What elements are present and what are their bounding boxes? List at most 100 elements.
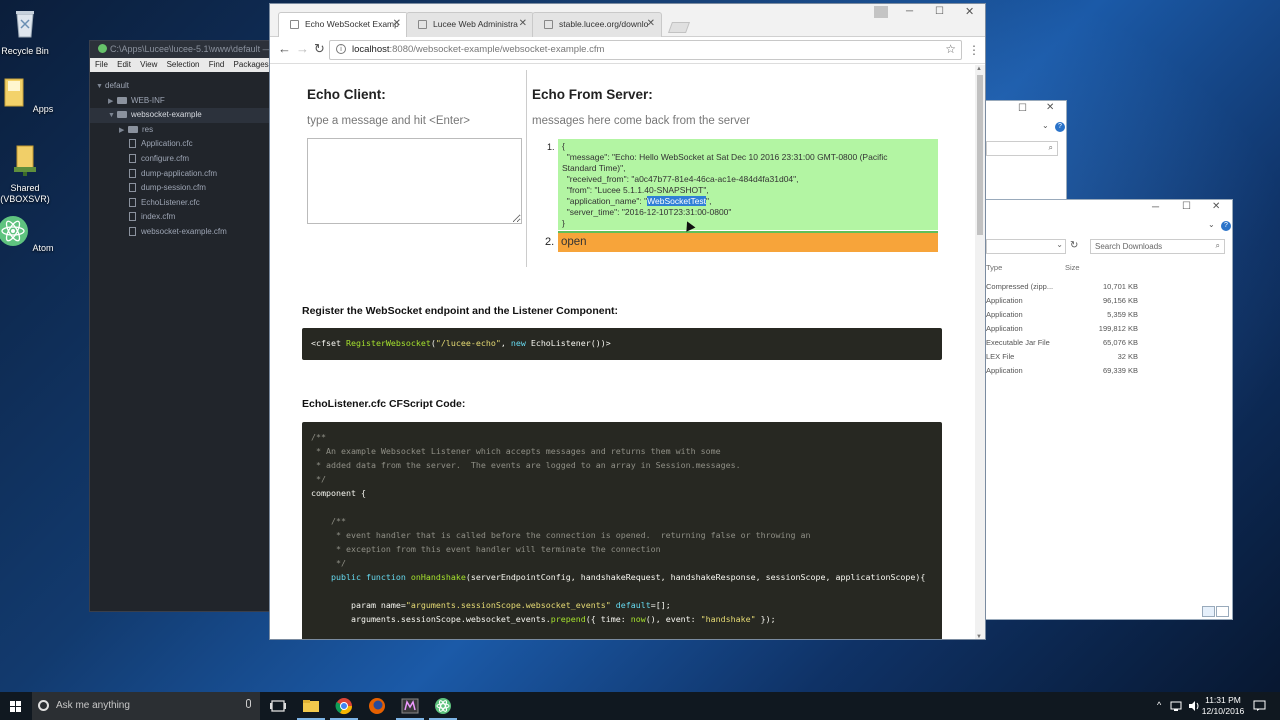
tree-file[interactable]: index.cfm — [90, 210, 278, 225]
code-block-listener: /** * An example Websocket Listener whic… — [302, 422, 942, 639]
file-icon — [129, 197, 136, 207]
network-icon[interactable] — [1170, 699, 1184, 713]
file-row[interactable]: Application 69,339 KB — [986, 366, 1226, 380]
close-icon[interactable]: ✕ — [1212, 201, 1220, 212]
details-view-button[interactable] — [1202, 606, 1215, 617]
help-icon[interactable]: ? — [1221, 221, 1231, 231]
close-tab-icon[interactable]: ✕ — [519, 18, 527, 29]
menu-dots-icon[interactable]: ⋮ — [968, 43, 980, 57]
close-tab-icon[interactable]: ✕ — [647, 18, 655, 29]
server-message-open: open — [558, 231, 938, 252]
maximize-icon[interactable]: ☐ — [1018, 103, 1027, 114]
chevron-down-icon[interactable]: ⌄ — [1042, 121, 1049, 130]
scroll-down-icon[interactable]: ▼ — [976, 634, 982, 639]
tab-lucee-admin[interactable]: Lucee Web Administra ✕ — [406, 12, 534, 37]
tree-item-websocket-example[interactable]: ▼ websocket-example — [90, 108, 278, 123]
desktop-icon-atom[interactable]: Atom — [0, 214, 55, 254]
tree-file[interactable]: websocket-example.cfm — [90, 225, 278, 240]
list-number: 1. — [547, 142, 555, 152]
cortana-search-box[interactable]: Ask me anything — [32, 692, 260, 720]
maximize-icon[interactable]: ☐ — [935, 6, 944, 17]
menu-file[interactable]: File — [95, 60, 108, 69]
desktop-icon-label: Apps — [32, 104, 54, 114]
search-downloads-input[interactable]: Search Downloads ⌕ — [1090, 239, 1225, 254]
address-dropdown[interactable]: ⌄ — [986, 239, 1066, 254]
tab-stable-lucee[interactable]: stable.lucee.org/downlo ✕ — [532, 12, 662, 37]
menu-packages[interactable]: Packages — [234, 60, 269, 69]
column-size[interactable]: Size — [1065, 263, 1080, 272]
page-scrollbar[interactable]: ▲ ▼ — [975, 65, 985, 639]
tray-chevron-up-icon[interactable]: ^ — [1157, 700, 1161, 710]
file-row[interactable]: Application 96,156 KB — [986, 296, 1226, 310]
column-divider — [526, 70, 527, 267]
search-input-back[interactable]: ⌕ — [986, 141, 1058, 156]
tab-echo-websocket[interactable]: Echo WebSocket Examp ✕ — [278, 12, 408, 37]
tree-item-res[interactable]: ▶ res — [90, 123, 278, 138]
file-row[interactable]: Executable Jar File 65,076 KB — [986, 338, 1226, 352]
back-icon[interactable]: ← — [278, 41, 291, 56]
browser-toolbar: ← → ↻ i localhost:8080/websocket-example… — [270, 37, 985, 64]
scroll-up-icon[interactable]: ▲ — [976, 66, 982, 72]
tree-file[interactable]: dump-session.cfm — [90, 181, 278, 196]
minimize-icon[interactable]: ─ — [1152, 202, 1159, 213]
notifications-icon[interactable] — [1252, 698, 1267, 713]
firefox-icon[interactable] — [368, 697, 386, 715]
minimize-icon[interactable]: ─ — [906, 6, 913, 17]
tree-file[interactable]: Application.cfc — [90, 137, 278, 152]
file-tree: ▼ default ▶ WEB-INF ▼ websocket-example ▶ re… — [90, 72, 278, 240]
page-icon — [290, 20, 299, 29]
explorer-window-downloads: ─ ☐ ✕ ⌄ ? ⌄ ↻ Search Downloads ⌕ Type Siz… — [985, 199, 1233, 620]
menu-view[interactable]: View — [140, 60, 157, 69]
atom-taskbar-icon[interactable] — [434, 697, 452, 715]
start-button[interactable] — [0, 692, 30, 720]
file-row[interactable]: Application 199,812 KB — [986, 324, 1226, 338]
message-input[interactable] — [307, 138, 522, 224]
bookmark-star-icon[interactable]: ☆ — [945, 42, 956, 56]
chrome-icon[interactable] — [335, 697, 353, 715]
help-icon[interactable]: ? — [1055, 122, 1065, 132]
tree-item-default[interactable]: ▼ default — [90, 79, 278, 94]
file-row[interactable]: Compressed (zipp... 10,701 KB — [986, 282, 1226, 296]
app-m-icon[interactable] — [401, 697, 419, 715]
column-type[interactable]: Type — [986, 263, 1002, 272]
large-icons-view-button[interactable] — [1216, 606, 1229, 617]
atom-editor-window: C:\Apps\Lucee\lucee-5.1\www\default — At… — [89, 40, 279, 612]
address-bar[interactable]: i localhost:8080/websocket-example/webso… — [329, 40, 962, 60]
menu-edit[interactable]: Edit — [117, 60, 131, 69]
forward-icon[interactable]: → — [296, 41, 309, 56]
atom-title-bar[interactable]: C:\Apps\Lucee\lucee-5.1\www\default — At… — [90, 41, 278, 58]
scrollbar-thumb[interactable] — [977, 75, 983, 235]
tree-file[interactable]: configure.cfm — [90, 152, 278, 167]
clock[interactable]: 11:31 PM 12/10/2016 — [1196, 695, 1250, 717]
chevron-right-icon: ▶ — [108, 97, 114, 105]
section-register-heading: Register the WebSocket endpoint and the … — [302, 305, 618, 317]
menu-selection[interactable]: Selection — [167, 60, 200, 69]
tree-file[interactable]: dump-application.cfm — [90, 167, 278, 182]
tree-item-web-inf[interactable]: ▶ WEB-INF — [90, 94, 278, 109]
refresh-icon[interactable]: ↻ — [1070, 240, 1078, 251]
close-tab-icon[interactable]: ✕ — [393, 18, 401, 29]
page-content: Echo Client: type a message and hit <Ent… — [270, 65, 976, 639]
close-icon[interactable]: ✕ — [1046, 102, 1054, 113]
microphone-icon[interactable] — [246, 699, 251, 708]
task-view-icon[interactable] — [269, 697, 287, 715]
desktop-icon-shared[interactable]: Shared (VBOXSVR) — [0, 143, 55, 205]
desktop-icon-apps[interactable]: Apps — [0, 75, 55, 115]
chevron-down-icon[interactable]: ⌄ — [1208, 220, 1215, 229]
desktop-icon-recycle-bin[interactable]: Recycle Bin — [0, 6, 55, 57]
tree-file[interactable]: EchoListener.cfc — [90, 196, 278, 211]
echo-client-title: Echo Client: — [307, 87, 386, 102]
maximize-icon[interactable]: ☐ — [1182, 201, 1191, 212]
reload-icon[interactable]: ↻ — [314, 41, 325, 57]
profile-icon[interactable] — [874, 6, 888, 18]
close-icon[interactable]: ✕ — [965, 5, 974, 18]
menu-find[interactable]: Find — [209, 60, 225, 69]
new-tab-button[interactable] — [667, 22, 691, 33]
file-explorer-icon[interactable] — [302, 697, 320, 715]
file-icon — [129, 168, 136, 178]
file-row[interactable]: LEX File 32 KB — [986, 352, 1226, 366]
folder-icon — [128, 125, 138, 133]
atom-icon — [0, 216, 29, 246]
file-row[interactable]: Application 5,359 KB — [986, 310, 1226, 324]
chrome-window: Echo WebSocket Examp ✕ Lucee Web Administ… — [269, 3, 986, 640]
